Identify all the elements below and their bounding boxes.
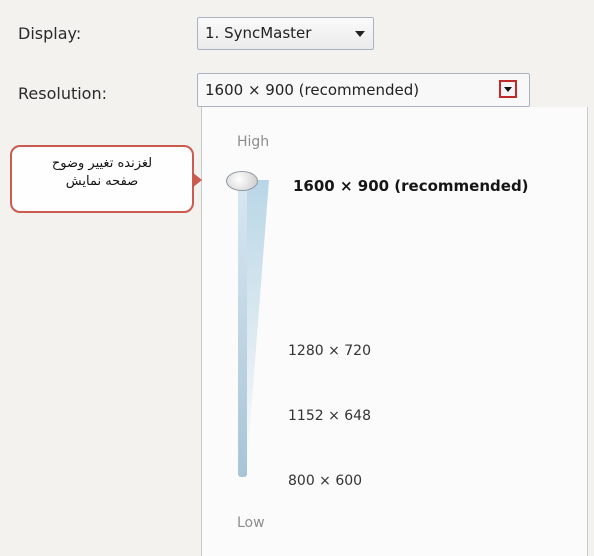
display-select-value: 1. SyncMaster bbox=[205, 24, 312, 42]
resolution-dropdown-button[interactable] bbox=[499, 80, 517, 98]
slider-high-label: High bbox=[237, 134, 270, 150]
resolution-select-value: 1600 × 900 (recommended) bbox=[205, 81, 420, 99]
slider-low-label: Low bbox=[237, 515, 265, 531]
callout-line-2: صفحه نمایش bbox=[65, 174, 139, 189]
resolution-slider-track[interactable] bbox=[238, 177, 247, 477]
annotation-callout: لغزنده تغییر وضوح صفحه نمایش bbox=[10, 145, 202, 213]
resolution-option-1280x720[interactable]: 1280 × 720 bbox=[288, 343, 371, 359]
resolution-option-800x600[interactable]: 800 × 600 bbox=[288, 473, 362, 489]
resolution-label: Resolution: bbox=[18, 84, 107, 103]
slider-range-wedge bbox=[247, 180, 269, 465]
display-label: Display: bbox=[18, 24, 82, 43]
resolution-select[interactable]: 1600 × 900 (recommended) bbox=[197, 73, 530, 107]
chevron-down-icon bbox=[355, 31, 365, 37]
callout-pointer bbox=[192, 172, 202, 188]
chevron-down-icon bbox=[504, 87, 512, 92]
resolution-slider-thumb[interactable] bbox=[226, 171, 258, 191]
callout-line-1: لغزنده تغییر وضوح bbox=[51, 156, 153, 171]
resolution-dropdown-panel: High 1600 × 900 (recommended) 1280 × 720… bbox=[201, 107, 588, 556]
display-select[interactable]: 1. SyncMaster bbox=[197, 17, 374, 50]
resolution-option-1152x648[interactable]: 1152 × 648 bbox=[288, 408, 371, 424]
resolution-option-1600x900[interactable]: 1600 × 900 (recommended) bbox=[293, 177, 529, 195]
